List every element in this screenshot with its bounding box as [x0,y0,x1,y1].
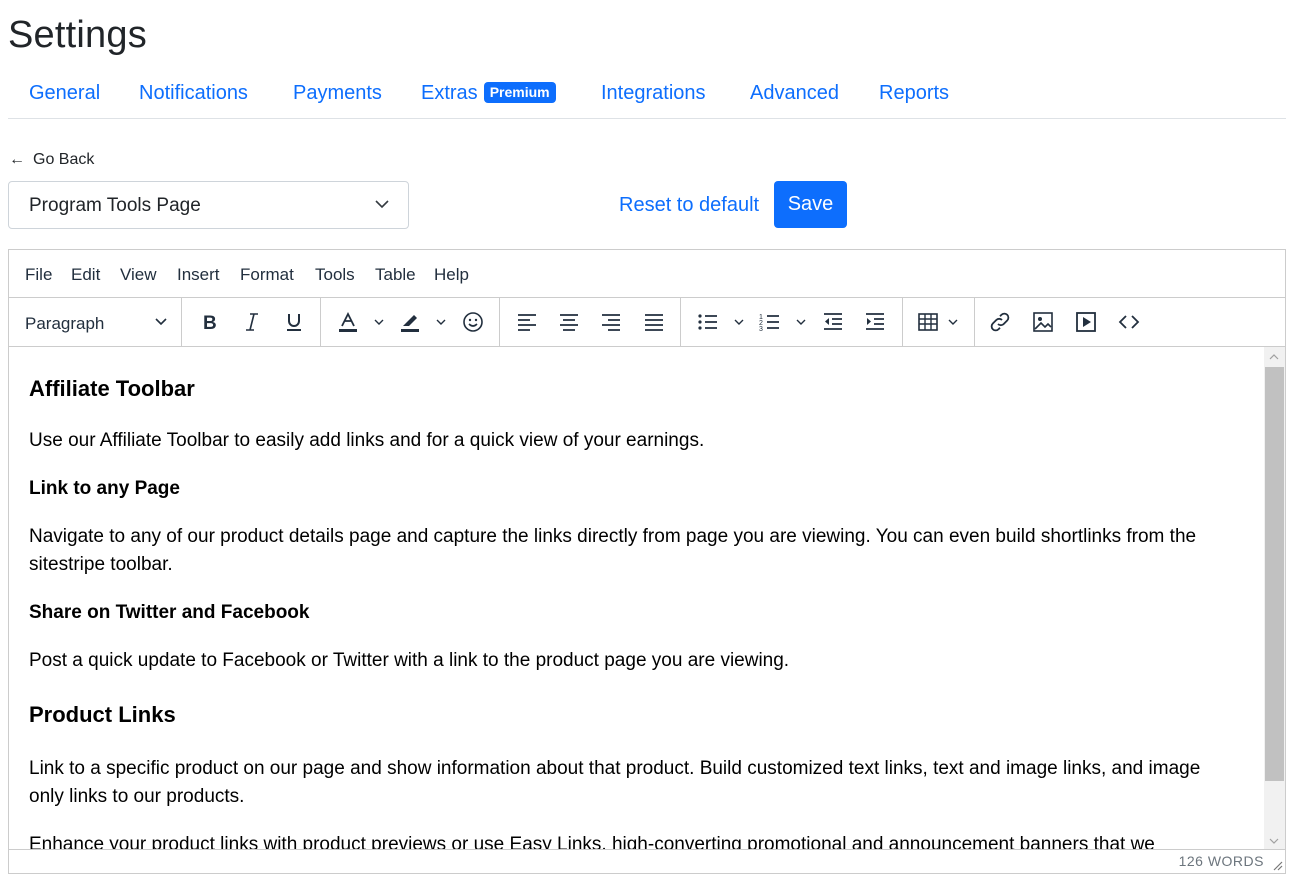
underline-icon[interactable] [279,308,309,336]
menu-tools[interactable]: Tools [315,265,355,285]
rich-text-editor: File Edit View Insert Format Tools Table… [8,249,1286,874]
menu-format[interactable]: Format [240,265,294,285]
chevron-down-icon[interactable] [434,312,448,332]
editor-toolbar: Paragraph B 123 [9,298,1285,347]
menu-file[interactable]: File [25,265,52,285]
outdent-icon[interactable] [818,308,848,336]
svg-text:B: B [203,313,217,334]
tab-reports[interactable]: Reports [879,82,949,105]
svg-text:3: 3 [759,326,763,333]
text-color-icon[interactable] [333,308,363,336]
table-group [903,298,975,346]
align-right-icon[interactable] [596,308,626,336]
list-group: 123 [681,298,903,346]
editor-statusbar: 126 WORDS [9,849,1285,873]
settings-tabs: General Notifications Payments Extras Pre… [8,78,1286,119]
media-icon[interactable] [1071,308,1101,336]
block-format-select[interactable]: Paragraph [25,314,104,334]
link-icon[interactable] [985,308,1015,336]
tab-general[interactable]: General [29,82,100,105]
content-paragraph: Use our Affiliate Toolbar to easily add … [29,430,705,451]
content-paragraph: Navigate to any of our product details p… [29,526,1197,575]
reset-to-default-link[interactable]: Reset to default [619,194,759,217]
indent-icon[interactable] [860,308,890,336]
alignment-group [500,298,681,346]
chevron-down-icon[interactable] [946,312,960,332]
tab-advanced[interactable]: Advanced [750,82,839,105]
numbered-list-icon[interactable]: 123 [755,308,785,336]
menu-view[interactable]: View [120,265,157,285]
emoji-icon[interactable] [458,308,488,336]
chevron-down-icon[interactable] [732,312,746,332]
content-subheading-link-to-any-page: Link to any Page [29,478,180,499]
chevron-down-icon[interactable] [153,314,169,330]
block-format-group: Paragraph [9,298,182,346]
page-title: Settings [8,14,147,56]
tab-extras-label: Extras [421,82,478,104]
content-paragraph: Enhance your product links with product … [29,834,1155,851]
content-paragraph: Post a quick update to Facebook or Twitt… [29,650,790,671]
premium-badge: Premium [483,82,556,103]
content-heading-affiliate-toolbar: Affiliate Toolbar [29,376,195,401]
menu-edit[interactable]: Edit [71,265,100,285]
italic-icon[interactable] [237,308,267,336]
chevron-down-icon [375,200,389,209]
menu-help[interactable]: Help [434,265,469,285]
menu-table[interactable]: Table [375,265,416,285]
tab-integrations[interactable]: Integrations [601,82,706,105]
text-style-group: B [182,298,321,346]
bullet-list-icon[interactable] [693,308,723,336]
tab-extras[interactable]: Extras Premium [421,82,556,105]
scroll-thumb[interactable] [1265,367,1284,781]
image-icon[interactable] [1028,308,1058,336]
save-button[interactable]: Save [774,181,847,228]
color-group [321,298,500,346]
insert-group [975,298,1155,346]
chevron-down-icon[interactable] [372,312,386,332]
highlight-color-icon[interactable] [395,308,425,336]
page-select-dropdown[interactable]: Program Tools Page [8,181,409,229]
resize-handle-icon[interactable] [1271,859,1283,871]
content-heading-product-links: Product Links [29,702,176,727]
editor-content[interactable]: Affiliate Toolbar Use our Affiliate Tool… [9,347,1265,851]
scroll-up-icon[interactable] [1269,352,1279,362]
go-back-link[interactable]: ← Go Back [9,151,94,169]
content-subheading-share: Share on Twitter and Facebook [29,602,310,623]
content-paragraph: Link to a specific product on our page a… [29,758,1201,807]
align-center-icon[interactable] [554,308,584,336]
menu-insert[interactable]: Insert [177,265,220,285]
source-code-icon[interactable] [1114,308,1144,336]
editor-menubar: File Edit View Insert Format Tools Table… [9,250,1285,298]
bold-icon[interactable]: B [195,308,225,336]
align-justify-icon[interactable] [639,308,669,336]
tab-payments[interactable]: Payments [293,82,382,105]
page-select-value: Program Tools Page [29,195,201,216]
go-back-label: Go Back [33,151,95,168]
align-left-icon[interactable] [512,308,542,336]
back-arrow-icon: ← [9,151,25,168]
table-icon[interactable] [913,308,943,336]
chevron-down-icon[interactable] [794,312,808,332]
scroll-down-icon[interactable] [1269,836,1279,846]
word-count[interactable]: 126 WORDS [1179,853,1264,869]
tab-notifications[interactable]: Notifications [139,82,248,105]
editor-scrollbar[interactable] [1264,347,1285,851]
